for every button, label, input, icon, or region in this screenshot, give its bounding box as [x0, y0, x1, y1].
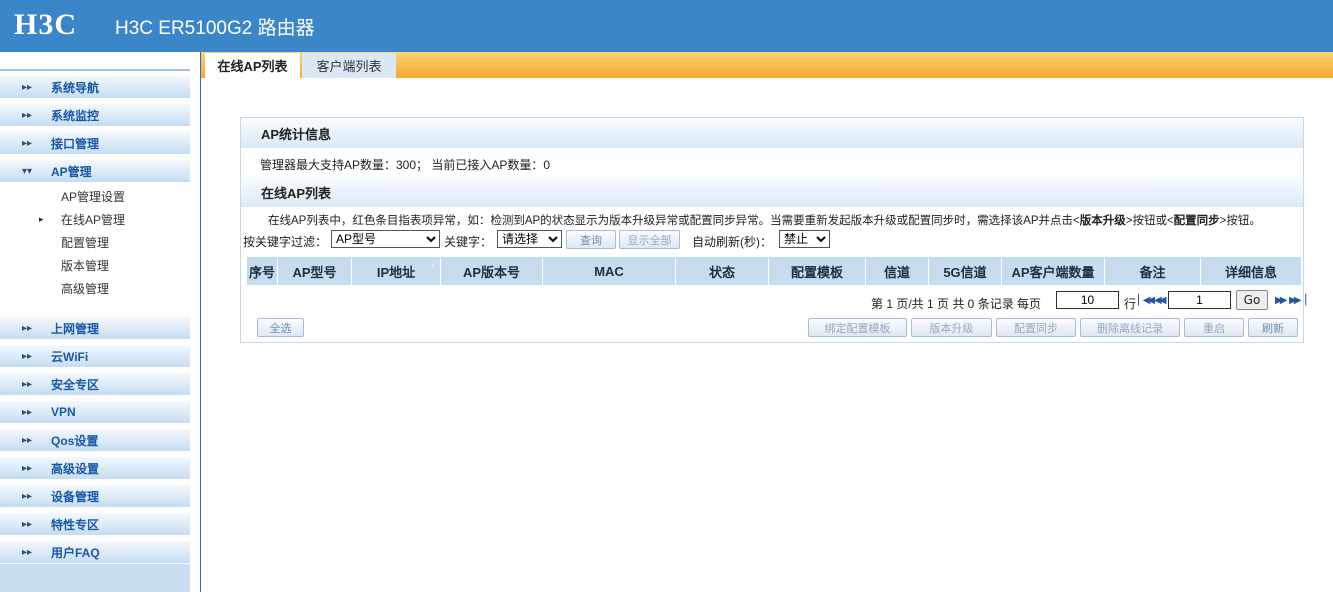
col-client-count[interactable]: AP客户端数量 — [1002, 257, 1105, 285]
auto-refresh-select[interactable]: 禁止 — [779, 230, 830, 248]
sidebar-divider — [0, 69, 190, 71]
expand-arrow-icon: ▸▸ — [22, 137, 33, 149]
expand-arrow-icon: ▸▸ — [22, 378, 33, 390]
sidebar-item-label: 云WiFi — [51, 349, 89, 364]
per-page-input[interactable] — [1056, 291, 1119, 309]
col-ap-model[interactable]: AP型号 — [278, 257, 352, 285]
delete-offline-button[interactable]: 删除离线记录 — [1080, 318, 1180, 337]
sort-arrow-icon: ↓ — [431, 259, 435, 268]
sidebar-item-device[interactable]: ▸▸ 设备管理 — [0, 485, 190, 507]
sidebar: ▸▸ 系统导航 ▸▸ 系统监控 ▸▸ 接口管理 ▾▾ AP管理 AP管理设置 ▸ 在线AP… — [0, 52, 201, 592]
sidebar-item-cloud-wifi[interactable]: ▸▸ 云WiFi — [0, 345, 190, 367]
sidebar-subitem-version[interactable]: 版本管理 — [0, 254, 190, 276]
sidebar-item-label: 系统导航 — [51, 80, 100, 95]
upgrade-button[interactable]: 版本升级 — [911, 318, 992, 337]
go-button[interactable]: Go — [1236, 290, 1268, 310]
sidebar-item-security[interactable]: ▸▸ 安全专区 — [0, 373, 190, 395]
expand-arrow-icon: ▸▸ — [22, 322, 33, 334]
filter-select[interactable]: AP型号 — [331, 230, 440, 248]
expand-arrow-icon: ▸▸ — [22, 350, 33, 362]
sidebar-item-interface[interactable]: ▸▸ 接口管理 — [0, 132, 190, 154]
filter-label: 按关键字过滤： — [243, 235, 328, 249]
expand-arrow-icon: ▸▸ — [22, 490, 33, 502]
col-details[interactable]: 详细信息 — [1201, 257, 1301, 285]
col-index[interactable]: 序号 — [247, 257, 278, 285]
sidebar-item-label: Qos设置 — [51, 433, 99, 448]
col-channel[interactable]: 信道 — [866, 257, 929, 285]
show-all-button[interactable]: 显示全部 — [619, 230, 680, 249]
sidebar-item-qos[interactable]: ▸▸ Qos设置 — [0, 429, 190, 451]
ap-list-description: 在线AP列表中，红色条目指表项异常，如：检测到AP的状态显示为版本升级异常或配置… — [268, 215, 1261, 227]
sidebar-item-system-nav[interactable]: ▸▸ 系统导航 — [0, 76, 190, 98]
sidebar-item-label: 安全专区 — [51, 377, 100, 392]
sidebar-item-features[interactable]: ▸▸ 特性专区 — [0, 513, 190, 535]
expand-arrow-icon: ▸▸ — [22, 434, 33, 446]
expand-arrow-icon: ▸▸ — [22, 546, 33, 558]
sidebar-item-label: 设备管理 — [51, 489, 100, 504]
expand-arrow-icon: ▸▸ — [22, 81, 33, 93]
tab-online-ap-list[interactable]: 在线AP列表 — [205, 53, 300, 78]
page-number-input[interactable] — [1168, 291, 1231, 309]
col-ip-address[interactable]: IP地址 ↓ — [352, 257, 441, 285]
collapse-arrow-icon: ▾▾ — [22, 165, 33, 177]
bind-template-button[interactable]: 绑定配置模板 — [808, 318, 907, 337]
sidebar-item-label: 用户FAQ — [51, 545, 100, 560]
sidebar-subitem-ap-settings[interactable]: AP管理设置 — [0, 185, 190, 207]
sync-config-button[interactable]: 配置同步 — [996, 318, 1076, 337]
h3c-logo: H3C — [14, 8, 77, 41]
sidebar-item-internet[interactable]: ▸▸ 上网管理 — [0, 317, 190, 339]
refresh-button[interactable]: 刷新 — [1248, 318, 1298, 337]
sidebar-item-label: 接口管理 — [51, 136, 100, 151]
col-ap-version[interactable]: AP版本号 — [441, 257, 543, 285]
sidebar-item-vpn[interactable]: ▸▸ VPN — [0, 401, 190, 423]
pagination-info: 第 1 页/共 1 页 共 0 条记录 每页 — [871, 297, 1042, 311]
ap-list-section-title: 在线AP列表 — [241, 177, 1303, 207]
query-button[interactable]: 查询 — [566, 230, 616, 249]
ap-table-header: 序号 AP型号 IP地址 ↓ AP版本号 MAC 状态 配置模板 信道 5G信道 … — [247, 257, 1301, 285]
sidebar-subitem-advanced[interactable]: 高级管理 — [0, 277, 190, 299]
sidebar-item-advanced-settings[interactable]: ▸▸ 高级设置 — [0, 457, 190, 479]
tab-bar: 在线AP列表 客户端列表 — [201, 52, 1333, 78]
col-status[interactable]: 状态 — [676, 257, 769, 285]
col-mac[interactable]: MAC — [543, 257, 676, 285]
sidebar-item-label: VPN — [51, 405, 76, 419]
sidebar-item-label: 系统监控 — [51, 108, 100, 123]
sidebar-item-system-monitor[interactable]: ▸▸ 系统监控 — [0, 104, 190, 126]
page-title: H3C ER5100G2 路由器 — [115, 18, 315, 39]
expand-arrow-icon: ▸▸ — [22, 406, 33, 418]
sidebar-subitem-online-ap[interactable]: ▸ 在线AP管理 — [0, 208, 190, 230]
keyword-label: 关键字： — [444, 235, 493, 249]
restart-button[interactable]: 重启 — [1184, 318, 1244, 337]
select-all-button[interactable]: 全选 — [257, 318, 304, 337]
header-bar: H3C H3C ER5100G2 路由器 — [0, 0, 1333, 52]
expand-arrow-icon: ▸▸ — [22, 462, 33, 474]
last-page-icon[interactable]: ▶▶▕ — [1289, 295, 1306, 306]
stats-section-title: AP统计信息 — [241, 118, 1303, 148]
sidebar-item-faq[interactable]: ▸▸ 用户FAQ — [0, 541, 190, 563]
ap-panel: AP统计信息 管理器最大支持AP数量：300； 当前已接入AP数量：0 在线AP… — [240, 117, 1306, 343]
current-item-arrow-icon: ▸ — [39, 213, 44, 224]
col-5g-channel[interactable]: 5G信道 — [929, 257, 1002, 285]
sidebar-item-ap-management[interactable]: ▾▾ AP管理 — [0, 160, 190, 182]
first-page-icon[interactable]: ▏◀◀ — [1138, 295, 1155, 306]
sidebar-subitem-config[interactable]: 配置管理 — [0, 231, 190, 253]
sidebar-item-label: AP管理 — [51, 164, 92, 179]
sidebar-footer — [0, 564, 190, 592]
stats-text: 管理器最大支持AP数量：300； 当前已接入AP数量：0 — [260, 158, 551, 172]
col-remark[interactable]: 备注 — [1105, 257, 1201, 285]
expand-arrow-icon: ▸▸ — [22, 518, 33, 530]
sidebar-item-label: 上网管理 — [51, 321, 100, 336]
prev-page-icon[interactable]: ◀◀ — [1154, 295, 1167, 306]
next-page-icon[interactable]: ▶▶ — [1275, 295, 1288, 306]
auto-refresh-label: 自动刷新(秒)： — [692, 235, 772, 249]
sidebar-item-label: 特性专区 — [51, 517, 100, 532]
keyword-select[interactable]: 请选择 — [497, 230, 562, 248]
tab-client-list[interactable]: 客户端列表 — [302, 53, 396, 78]
col-config-template[interactable]: 配置模板 — [769, 257, 866, 285]
expand-arrow-icon: ▸▸ — [22, 109, 33, 121]
sidebar-item-label: 高级设置 — [51, 461, 100, 476]
rows-label: 行 — [1124, 297, 1137, 311]
